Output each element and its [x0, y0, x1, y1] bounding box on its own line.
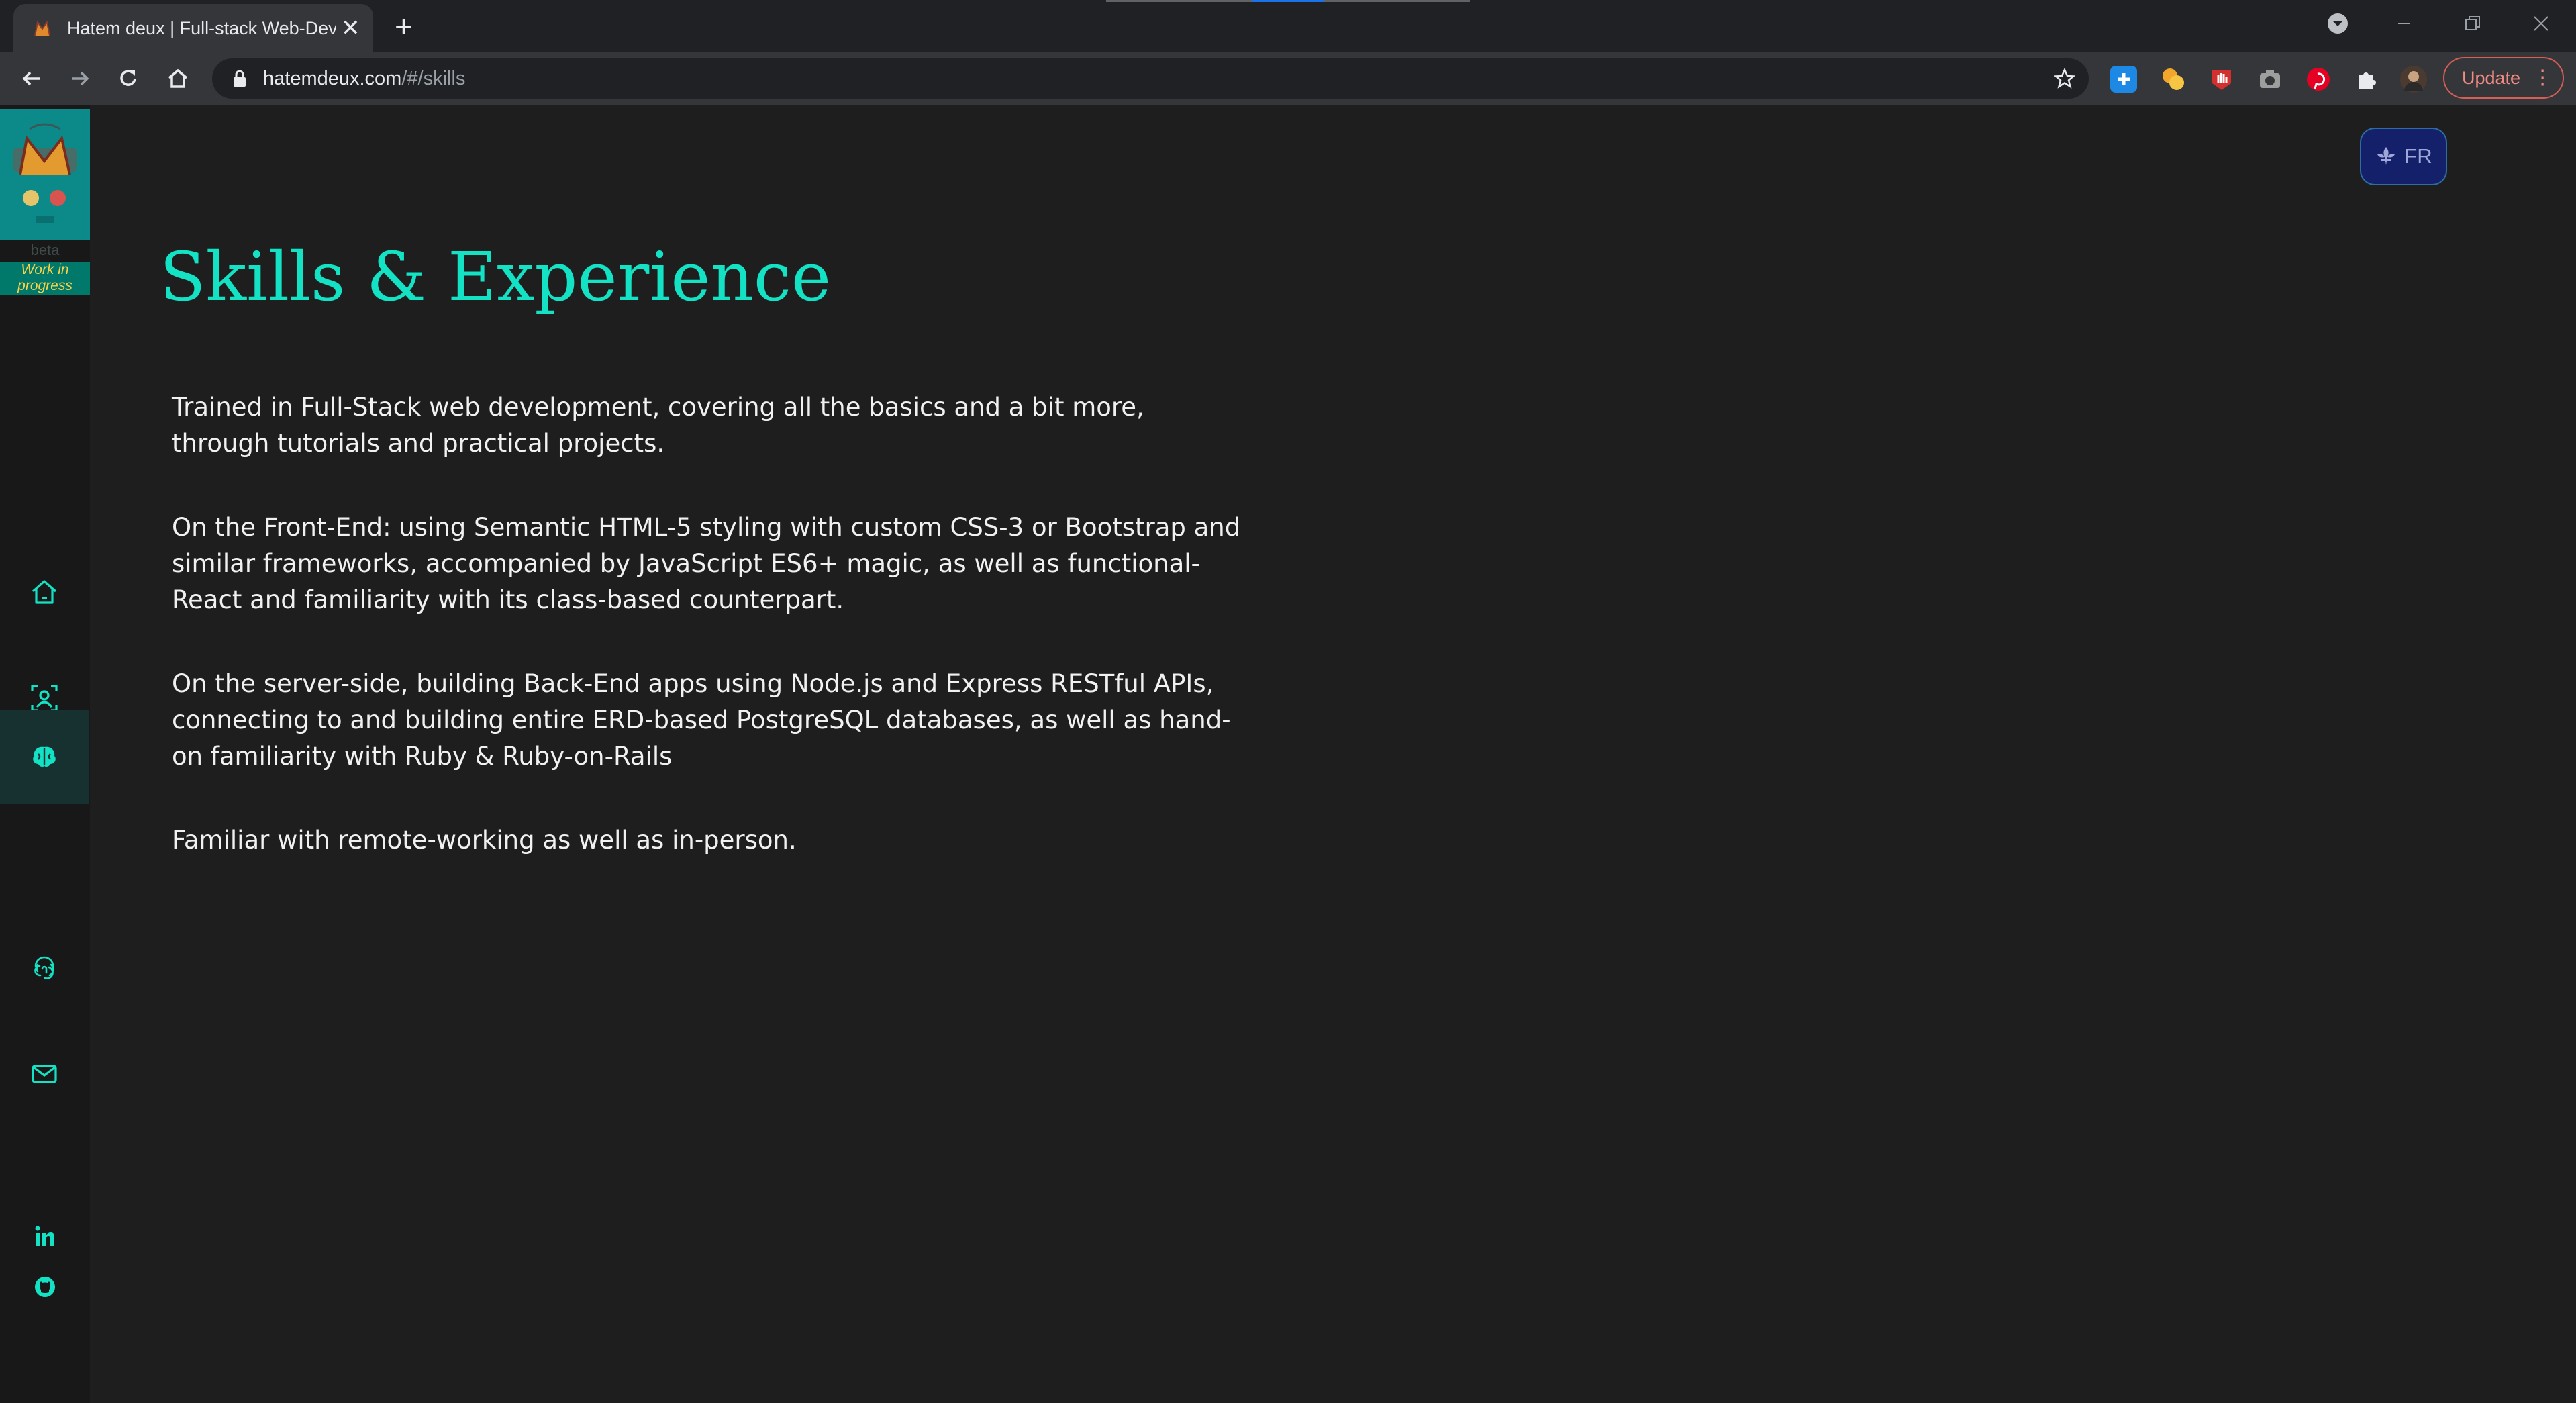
browser-toolbar: hatemdeux.com/#/skills Update ⋮: [0, 52, 2576, 105]
work-in-progress-badge: Work in progress: [0, 262, 90, 295]
page-title: Skills & Experience: [160, 238, 832, 316]
user-portrait-icon: [31, 685, 58, 712]
site-sidebar: beta Work in progress: [0, 105, 90, 1403]
nav-work-link[interactable]: [0, 921, 89, 1015]
brain-icon: [33, 746, 56, 767]
fingerprint-icon: [34, 956, 54, 979]
bookmark-star-icon[interactable]: [2053, 67, 2076, 89]
update-button[interactable]: Update ⋮: [2443, 57, 2564, 99]
nav-contact-link[interactable]: [0, 1027, 89, 1121]
nav-home-link[interactable]: [0, 545, 89, 639]
browser-tab[interactable]: Hatem deux | Full-stack Web-Dev ✕: [13, 4, 373, 52]
mail-icon: [32, 1065, 57, 1083]
language-label: FR: [2404, 144, 2432, 168]
skills-paragraph: Trained in Full-Stack web development, c…: [172, 393, 1144, 458]
url-host: hatemdeux.com: [263, 67, 402, 89]
restore-window-icon[interactable]: [2453, 7, 2493, 40]
tab-title: Hatem deux | Full-stack Web-Dev: [67, 17, 336, 38]
orange-extension-icon[interactable]: [2160, 66, 2187, 93]
github-link[interactable]: [0, 1267, 90, 1307]
site-favicon-icon: [31, 17, 54, 40]
skills-paragraph: On the Front-End: using Semantic HTML-5 …: [172, 513, 1241, 614]
update-label: Update: [2462, 67, 2521, 88]
home-icon: [32, 580, 57, 604]
home-button-icon[interactable]: [164, 64, 192, 93]
camera-extension-icon[interactable]: [2257, 66, 2283, 93]
loading-indicator: [1324, 0, 1470, 2]
url-path: /#/skills: [401, 67, 466, 89]
back-arrow-icon[interactable]: [17, 64, 46, 93]
url-text: hatemdeux.com/#/skills: [263, 68, 465, 90]
site-logo[interactable]: [0, 109, 90, 240]
puzzle-icon[interactable]: [2353, 66, 2380, 93]
nav-skills-link[interactable]: [0, 710, 89, 804]
loading-indicator-active: [1252, 0, 1324, 2]
loading-indicator: [1106, 0, 1252, 2]
pinterest-icon[interactable]: [2305, 66, 2332, 93]
red-hand-extension-icon[interactable]: [2208, 66, 2235, 93]
fleur-de-lis-icon: [2375, 145, 2397, 168]
plus-extension-icon[interactable]: [2110, 66, 2137, 93]
minimize-window-icon[interactable]: [2384, 7, 2424, 40]
web-page: beta Work in progress FR Skills & Experi…: [0, 105, 2576, 1403]
kebab-menu-icon: ⋮: [2532, 66, 2553, 89]
close-tab-icon[interactable]: ✕: [341, 17, 360, 40]
tab-search-icon[interactable]: [2318, 7, 2358, 40]
skills-paragraph: On the server-side, building Back-End ap…: [172, 669, 1231, 771]
profile-avatar[interactable]: [2400, 66, 2427, 93]
linkedin-link[interactable]: [0, 1216, 90, 1257]
beta-label: beta: [30, 242, 60, 258]
skills-content: Trained in Full-Stack web development, c…: [172, 389, 1246, 906]
lock-icon: [230, 68, 250, 89]
language-switch-button[interactable]: FR: [2360, 128, 2447, 185]
new-tab-button[interactable]: +: [395, 11, 413, 42]
reload-icon[interactable]: [114, 64, 142, 93]
github-icon: [35, 1277, 55, 1297]
skills-paragraph: Familiar with remote-working as well as …: [172, 826, 797, 855]
close-window-icon[interactable]: [2521, 7, 2561, 40]
address-bar[interactable]: hatemdeux.com/#/skills: [212, 58, 2089, 99]
linkedin-icon: [35, 1226, 54, 1246]
forward-arrow-icon[interactable]: [66, 64, 94, 93]
browser-tabstrip: Hatem deux | Full-stack Web-Dev ✕ +: [0, 0, 2576, 52]
